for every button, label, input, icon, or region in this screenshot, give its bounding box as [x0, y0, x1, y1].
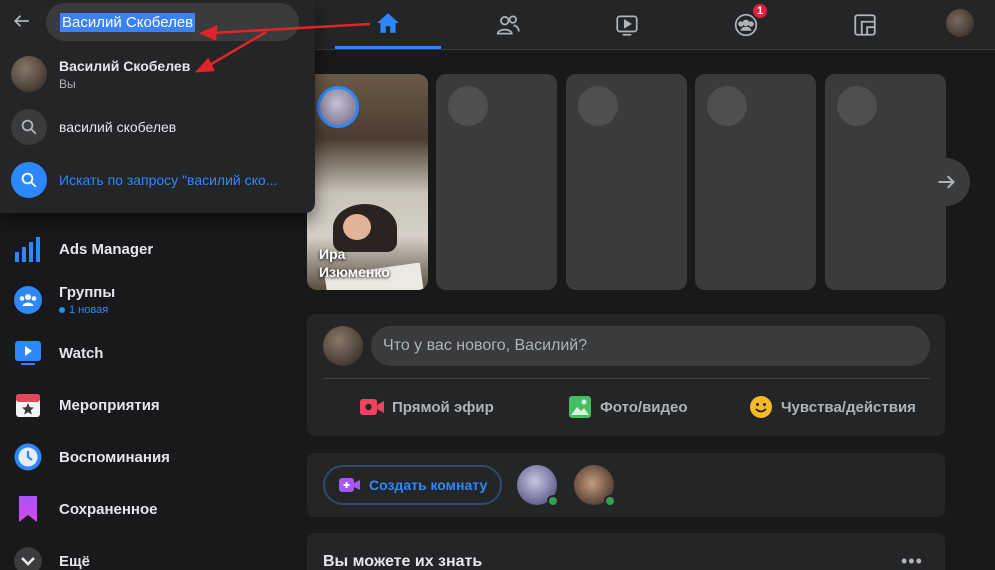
annotation-arrows — [194, 22, 371, 73]
